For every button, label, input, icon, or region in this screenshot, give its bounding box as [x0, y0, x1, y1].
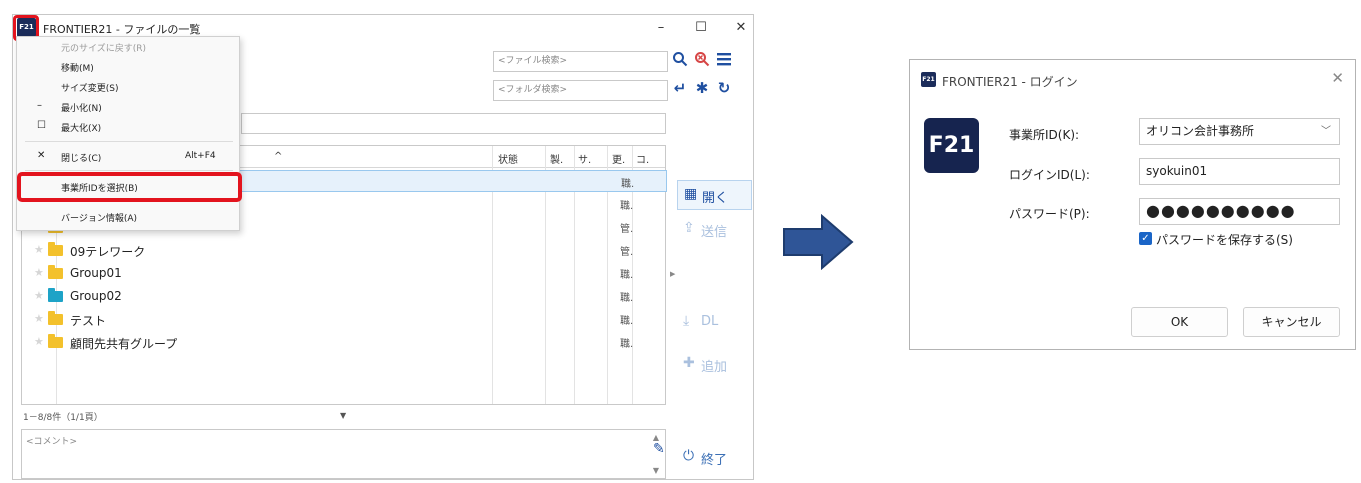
hamburger-menu-icon[interactable]	[715, 51, 733, 71]
menu-item-restore[interactable]: 元のサイズに戻す(R)	[17, 37, 239, 57]
menu-item-resize[interactable]: サイズ変更(S)	[17, 77, 239, 97]
chevron-down-icon[interactable]: ▼	[340, 411, 346, 420]
updated-cell: 職.	[620, 316, 634, 327]
office-id-label: 事業所ID(K):	[1009, 128, 1080, 142]
table-row[interactable]: ★ Group01 職.	[22, 262, 667, 284]
file-search-input[interactable]: <ファイル検索>	[493, 51, 668, 72]
power-icon: ⏻	[683, 448, 695, 464]
updated-cell: 管.	[620, 247, 634, 258]
maximize-button[interactable]: ☐	[689, 18, 713, 38]
updated-cell: 職.	[620, 270, 634, 281]
folder-name: テスト	[70, 314, 107, 328]
folder-name: Group02	[70, 289, 122, 303]
star-icon[interactable]: ★	[34, 335, 44, 348]
menu-item-close[interactable]: ✕ 閉じる(C) Alt+F4	[17, 147, 239, 167]
column-a[interactable]: 製.	[550, 151, 563, 166]
chevron-down-icon: ﹀	[1321, 126, 1331, 137]
upload-icon: ⇪	[683, 220, 695, 236]
star-icon[interactable]: ★	[34, 289, 44, 302]
close-button[interactable]: ✕	[729, 18, 753, 38]
login-dialog: F21 FRONTIER21 - ログイン ✕ F21 事業所ID(K): オリ…	[909, 59, 1356, 350]
table-row[interactable]: ★ Group02 職.	[22, 285, 667, 307]
grid-icon: ▦	[684, 186, 698, 202]
folder-icon	[48, 242, 63, 256]
menu-separator	[25, 170, 233, 171]
table-row[interactable]: ★ 顧問先共有グループ 職.	[22, 331, 667, 353]
menu-item-move[interactable]: 移動(M)	[17, 57, 239, 77]
shortcut-label: Alt+F4	[185, 151, 216, 161]
star-icon[interactable]: ★	[34, 243, 44, 256]
column-c[interactable]: コ.	[636, 151, 649, 166]
minimize-button[interactable]: –	[649, 18, 673, 38]
pencil-icon[interactable]: ✎	[653, 441, 665, 457]
cancel-button[interactable]: キャンセル	[1243, 307, 1340, 337]
login-id-label: ログインID(L):	[1009, 168, 1090, 182]
collapse-arrow-icon[interactable]: ▶	[670, 270, 675, 278]
ok-button[interactable]: OK	[1131, 307, 1228, 337]
window-title: FRONTIER21 - ファイルの一覧	[43, 23, 201, 36]
table-row[interactable]: ★ テスト 職.	[22, 308, 667, 330]
password-input[interactable]: ●●●●●●●●●●	[1139, 198, 1340, 225]
clear-search-icon[interactable]	[693, 51, 711, 71]
column-updated[interactable]: 更.	[612, 151, 625, 166]
menu-item-maximize[interactable]: ☐ 最大化(X)	[17, 117, 239, 137]
column-b[interactable]: サ.	[578, 151, 591, 166]
menu-item-minimize[interactable]: – 最小化(N)	[17, 97, 239, 117]
status-text: 1－8/8件（1/1頁）	[23, 413, 103, 423]
updated-cell: 職.	[620, 201, 634, 212]
folder-icon	[48, 334, 63, 348]
plus-icon: ✚	[683, 355, 695, 371]
star-icon[interactable]: ★	[34, 312, 44, 325]
scroll-down-icon[interactable]: ▼	[653, 466, 659, 475]
menu-item-version-info[interactable]: バージョン情報(A)	[17, 207, 239, 227]
save-password-label[interactable]: パスワードを保存する(S)	[1156, 231, 1293, 248]
comment-placeholder: <コメント>	[26, 437, 78, 447]
office-id-value: オリコン会計事務所	[1146, 124, 1255, 138]
path-input[interactable]	[241, 113, 666, 134]
table-row[interactable]: ★ 09テレワーク 管.	[22, 239, 667, 261]
shared-folder-icon	[48, 288, 63, 302]
save-password-checkbox[interactable]: ✓	[1139, 232, 1152, 245]
folder-name: 顧問先共有グループ	[70, 337, 178, 351]
search-icon[interactable]	[671, 51, 689, 71]
add-button[interactable]: ✚ 追加	[677, 350, 752, 380]
office-id-select[interactable]: オリコン会計事務所 ﹀	[1139, 118, 1340, 145]
menu-separator	[25, 141, 233, 142]
updated-cell: 管.	[620, 224, 634, 235]
folder-icon	[48, 265, 63, 279]
login-id-input[interactable]: syokuin01	[1139, 158, 1340, 185]
arrow-right-icon	[783, 214, 854, 270]
download-button[interactable]: ⤓ DL	[677, 308, 752, 338]
star-icon[interactable]: ★	[34, 266, 44, 279]
download-icon: ⤓	[683, 313, 690, 329]
send-button[interactable]: ⇪ 送信	[677, 215, 752, 245]
comment-field[interactable]: <コメント> ▲ ▼	[21, 429, 666, 479]
updated-cell: 職.	[621, 179, 635, 190]
menu-item-highlight	[17, 172, 242, 202]
updated-cell: 職.	[620, 293, 634, 304]
dialog-close-button[interactable]: ✕	[1331, 69, 1344, 87]
folder-icon	[48, 311, 63, 325]
updated-cell: 職.	[620, 339, 634, 350]
password-label: パスワード(P):	[1009, 207, 1090, 221]
refresh-icon[interactable]: ↻	[715, 79, 733, 97]
column-status[interactable]: 状態	[498, 151, 518, 166]
exit-button[interactable]: ⏻ 終了	[677, 443, 752, 473]
app-icon: F21	[921, 72, 936, 87]
close-icon: ✕	[37, 150, 46, 161]
return-arrow-icon[interactable]: ↵	[671, 79, 689, 97]
f21-logo: F21	[924, 118, 979, 173]
asterisk-icon[interactable]: ✱	[693, 79, 711, 97]
folder-name: 09テレワーク	[70, 245, 146, 259]
open-button[interactable]: ▦ 開く	[677, 180, 752, 210]
dialog-title: FRONTIER21 - ログイン	[942, 75, 1078, 89]
folder-search-input[interactable]: <フォルダ検索>	[493, 80, 668, 101]
minimize-icon: –	[37, 100, 42, 111]
folder-name: Group01	[70, 266, 122, 280]
maximize-icon: ☐	[37, 120, 46, 131]
sort-arrow[interactable]: ^	[274, 151, 282, 162]
